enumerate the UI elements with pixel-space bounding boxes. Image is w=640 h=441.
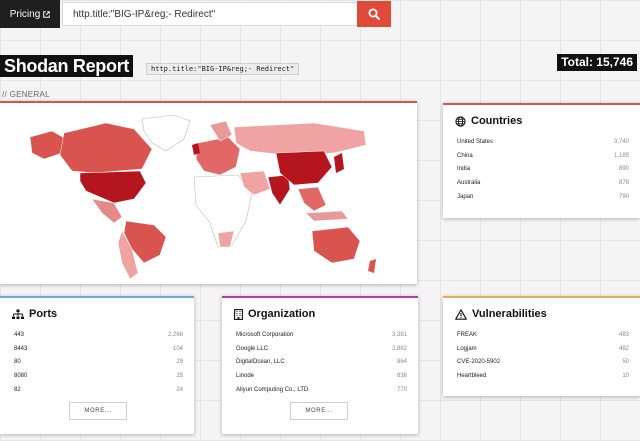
vulnerabilities-card: Vulnerabilities FREAK 483 Logjam 482 CVE-2… [443, 296, 640, 396]
map-region-canada [59, 122, 153, 174]
vulnerabilities-title: Vulnerabilities [472, 308, 547, 320]
query-chip: http.title:"BIG-IP&reg;- Redirect" [146, 63, 300, 75]
countries-card: Countries United States 3,740 China 1,185 … [443, 103, 640, 218]
vuln-row[interactable]: Heartbleed 10 [457, 369, 629, 383]
country-row[interactable]: Japan 790 [457, 190, 629, 204]
org-row[interactable]: DigitalOcean, LLC 864 [236, 356, 407, 370]
map-region-southeast-asia [297, 186, 327, 212]
org-row[interactable]: Microsoft Corporation 3,381 [236, 328, 407, 342]
sitemap-icon [12, 309, 24, 319]
map-region-australia [311, 226, 361, 264]
port-row[interactable]: 8080 25 [14, 369, 183, 383]
country-row[interactable]: Australia 878 [457, 176, 629, 190]
country-row[interactable]: United States 3,740 [457, 135, 629, 149]
countries-title: Countries [471, 115, 523, 127]
map-region-india [267, 174, 291, 206]
world-map-card [0, 101, 417, 284]
map-region-indonesia [305, 210, 349, 222]
map-region-new-zealand [368, 259, 376, 273]
organization-title: Organization [248, 308, 316, 320]
world-map [29, 114, 376, 280]
search-icon [368, 8, 380, 20]
search-button[interactable] [357, 1, 391, 27]
search-input-value: http.title:"BIG-IP&reg;- Redirect" [73, 8, 216, 20]
vuln-row[interactable]: Logjam 482 [457, 342, 629, 356]
general-section-label: // GENERAL [2, 90, 50, 99]
page-title: Shodan Report [0, 55, 134, 77]
building-icon [234, 308, 243, 320]
total-badge: Total: 15,746 [557, 54, 637, 71]
port-row[interactable]: 82 24 [14, 383, 183, 397]
vuln-row[interactable]: FREAK 483 [457, 328, 629, 342]
port-row[interactable]: 8443 104 [14, 342, 183, 356]
pricing-label: Pricing [9, 8, 41, 20]
organization-card: Organization Microsoft Corporation 3,381 … [222, 296, 418, 434]
org-row[interactable]: Google LLC 2,882 [236, 342, 407, 356]
port-row[interactable]: 80 29 [14, 356, 183, 370]
ports-more-button[interactable]: MORE... [69, 402, 127, 420]
globe-icon [455, 115, 466, 127]
search-input[interactable]: http.title:"BIG-IP&reg;- Redirect" [62, 2, 358, 26]
organization-more-button[interactable]: MORE... [290, 402, 348, 420]
ports-title: Ports [29, 308, 58, 320]
warning-icon [455, 308, 467, 320]
map-region-russia [233, 122, 367, 156]
pricing-button[interactable]: Pricing [0, 0, 60, 28]
map-region-europe [195, 136, 241, 176]
external-link-icon [43, 10, 51, 18]
vuln-row[interactable]: CVE-2020-5902 50 [457, 356, 629, 370]
ports-card: Ports 443 2,268 8443 104 80 29 8080 25 82 24 … [0, 296, 194, 434]
port-row[interactable]: 443 2,268 [14, 328, 183, 342]
country-row[interactable]: China 1,185 [457, 149, 629, 163]
map-region-usa [79, 170, 147, 204]
org-row[interactable]: Aliyun Computing Co., LTD 770 [236, 383, 407, 397]
map-region-mexico [91, 198, 123, 224]
map-region-japan [334, 153, 344, 173]
country-row[interactable]: India 890 [457, 163, 629, 177]
org-row[interactable]: Linode 838 [236, 369, 407, 383]
